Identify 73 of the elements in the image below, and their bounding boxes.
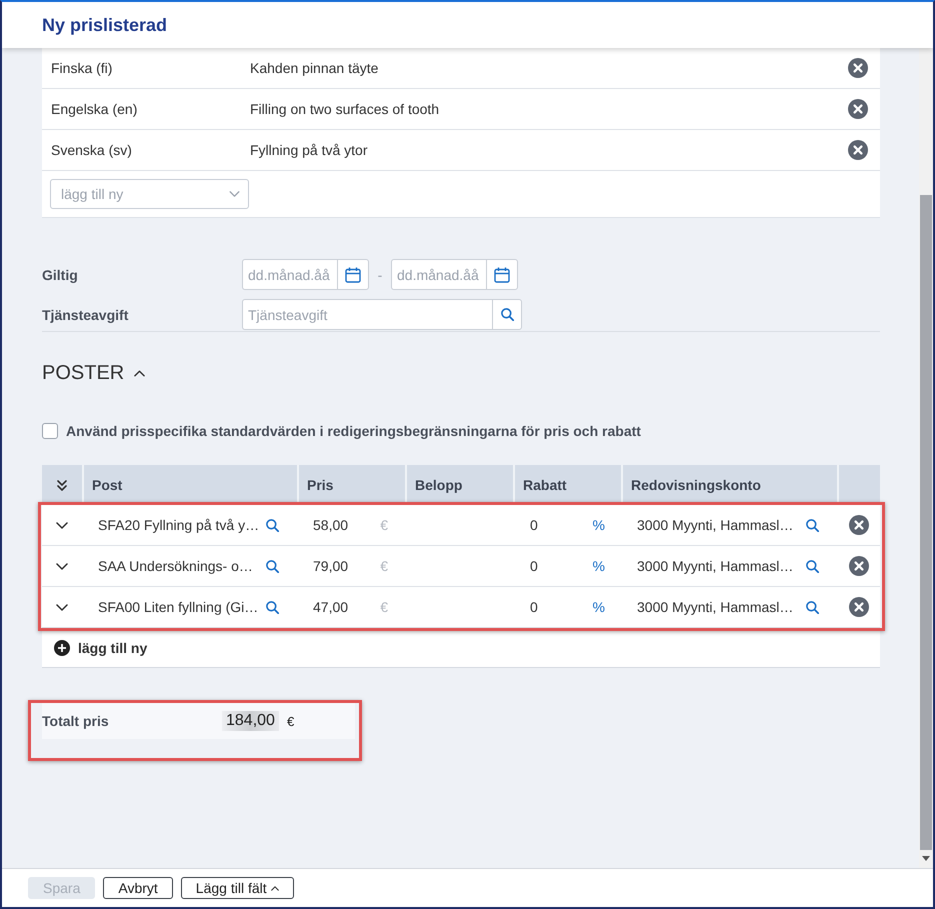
scrollbar-thumb[interactable] [920, 195, 932, 850]
search-icon[interactable] [806, 518, 819, 532]
remove-icon[interactable] [848, 556, 868, 576]
column-header: Pris [307, 477, 334, 493]
date-input[interactable]: dd.månad.åå [242, 259, 337, 290]
remove-icon[interactable] [848, 140, 868, 160]
currency-unit: € [380, 558, 388, 574]
percent-unit: % [592, 599, 605, 615]
calendar-icon [345, 266, 361, 282]
item-name: SFA20 Fyllning på två y… [98, 517, 260, 533]
checkbox-label: Använd prisspecifika standardvärden i redigeringsbegränsningarna för pris och rabatt [66, 423, 641, 439]
item-name: SAA Undersöknings- o… [98, 558, 253, 574]
currency-unit: € [286, 714, 294, 728]
footer-button[interactable]: Lägg till fält [180, 877, 294, 899]
total-label: Totalt pris [42, 713, 110, 729]
range-separator: - [376, 266, 384, 282]
search-icon[interactable] [806, 600, 819, 614]
remove-icon[interactable] [848, 597, 868, 617]
price-value: 47,00 [313, 599, 348, 615]
translation-text: Filling on two surfaces of tooth [250, 101, 440, 117]
search-icon[interactable] [806, 560, 819, 572]
add-row-button[interactable]: lägg till ny [54, 640, 148, 656]
search-icon[interactable] [266, 600, 279, 614]
account-name: 3000 Myynti, Hammasl… [637, 517, 794, 533]
discount-value: 0 [530, 517, 538, 533]
percent-unit: % [592, 558, 605, 574]
language-name: Svenska (sv) [51, 142, 133, 158]
field-label: Giltig [42, 266, 79, 282]
column-header: Post [92, 477, 122, 493]
chevron-down-icon[interactable] [56, 562, 68, 570]
column-header: Redovisningskonto [631, 477, 761, 493]
calendar-icon [494, 266, 510, 282]
language-name: Engelska (en) [51, 101, 138, 117]
discount-value: 0 [530, 558, 538, 574]
item-name: SFA00 Liten fyllning (Gi… [98, 599, 258, 615]
remove-icon[interactable] [848, 99, 868, 119]
percent-unit: % [592, 517, 605, 533]
chevron-down-icon [229, 191, 240, 197]
search-button[interactable] [492, 299, 522, 330]
price-value: 58,00 [313, 517, 348, 533]
search-icon[interactable] [266, 560, 279, 572]
search-icon [500, 308, 514, 321]
caret-up-icon [270, 886, 279, 890]
language-name: Finska (fi) [51, 60, 114, 76]
remove-icon[interactable] [848, 515, 868, 535]
discount-value: 0 [530, 599, 538, 615]
checkbox[interactable] [42, 423, 58, 439]
total-value: 184,00 [222, 711, 279, 731]
plus-circle-icon [54, 640, 70, 656]
caret-up-icon [134, 370, 146, 376]
dialog-title: Ny prislisterad [42, 14, 168, 36]
calendar-button[interactable] [337, 259, 369, 290]
section-toggle[interactable]: POSTER [42, 361, 146, 385]
account-name: 3000 Myynti, Hammasl… [637, 558, 794, 574]
chevron-down-icon[interactable] [56, 604, 68, 610]
column-header: Rabatt [523, 477, 567, 493]
translation-text: Kahden pinnan täyte [250, 60, 380, 76]
translation-text: Fyllning på två ytor [250, 142, 368, 158]
footer-button[interactable]: Avbryt [103, 877, 173, 899]
chevron-down-icon[interactable] [56, 522, 68, 528]
expand-all-icon[interactable] [57, 480, 67, 490]
field-label: Tjänsteavgift [42, 306, 130, 322]
column-header: Belopp [415, 477, 462, 493]
scroll-down-icon[interactable] [922, 856, 930, 861]
account-name: 3000 Myynti, Hammasl… [637, 599, 794, 615]
search-icon[interactable] [266, 518, 279, 532]
calendar-button[interactable] [486, 259, 518, 290]
date-input[interactable]: dd.månad.åå [391, 259, 486, 290]
currency-unit: € [380, 599, 388, 615]
remove-icon[interactable] [848, 58, 868, 78]
price-value: 79,00 [313, 558, 348, 574]
search-input[interactable]: Tjänsteavgift [242, 299, 492, 330]
currency-unit: € [380, 517, 388, 533]
